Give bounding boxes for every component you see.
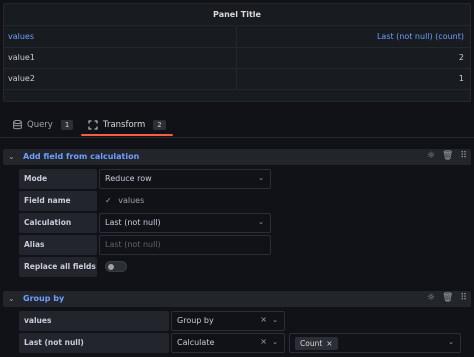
alias-label: Alias — [19, 235, 97, 255]
chevron-down-icon: ⌄ — [272, 316, 278, 324]
bug-icon[interactable]: ☼ — [427, 293, 435, 303]
mode-row: Mode Reduce row ⌄ — [19, 169, 279, 189]
calculate-row: Last (not null) Calculate × ⌄ Count × ⌄ — [19, 333, 471, 353]
replace-all-label: Replace all fields — [19, 257, 97, 277]
column-divider — [236, 48, 237, 68]
group-field-label: values — [19, 311, 169, 331]
calculation-label: Calculation — [19, 213, 97, 233]
transform-header[interactable]: ⌄ Add field from calculation ☼ 🗑 ⠿ — [3, 149, 471, 165]
tab-transform-label: Transform — [103, 120, 146, 130]
calculate-value: Calculate — [177, 338, 215, 347]
transform-actions: ☼ 🗑 ⠿ — [427, 151, 467, 161]
clear-icon[interactable]: × — [260, 315, 267, 324]
field-name-row: Field name ✓ values — [19, 191, 279, 211]
transform-add-field: ⌄ Add field from calculation ☼ 🗑 ⠿ Mode … — [3, 149, 471, 277]
chevron-down-icon[interactable]: ⌄ — [8, 152, 15, 161]
mode-select[interactable]: Reduce row ⌄ — [99, 169, 271, 189]
trash-icon[interactable]: 🗑 — [442, 293, 453, 303]
group-by-row: values Group by × ⌄ — [19, 311, 471, 331]
column-header-values[interactable]: values — [8, 32, 34, 41]
drag-handle-icon[interactable]: ⠿ — [460, 293, 467, 303]
tab-query-count: 1 — [60, 120, 74, 130]
calculations-multiselect[interactable]: Count × ⌄ — [289, 333, 461, 353]
group-by-select[interactable]: Group by × ⌄ — [171, 311, 285, 331]
replace-row: Replace all fields — [19, 257, 279, 277]
panel-preview: Panel Title values Last (not null) (coun… — [3, 3, 471, 102]
calculation-chip: Count × — [295, 337, 338, 350]
transform-icon — [88, 120, 98, 130]
transform-actions: ☼ 🗑 ⠿ — [427, 293, 467, 303]
table-row: value1 2 — [4, 48, 470, 69]
table-cell-name: value1 — [8, 53, 35, 62]
trash-icon[interactable]: 🗑 — [442, 151, 453, 161]
column-header-count[interactable]: Last (not null) (count) — [377, 32, 464, 41]
drag-handle-icon[interactable]: ⠿ — [460, 151, 467, 161]
calculation-value: Last (not null) — [105, 218, 161, 227]
table-cell-name: value2 — [8, 74, 35, 83]
column-divider — [236, 26, 237, 47]
toggle-knob — [108, 264, 114, 270]
table-header: values Last (not null) (count) — [4, 25, 470, 48]
editor-tabs: Query 1 Transform 2 — [0, 112, 474, 138]
chevron-down-icon: ⌄ — [258, 174, 264, 182]
tab-query[interactable]: Query 1 — [13, 112, 74, 138]
replace-all-toggle[interactable] — [105, 261, 127, 272]
transform-group-by: ⌄ Group by ☼ 🗑 ⠿ values Group by × ⌄ Las… — [3, 291, 471, 357]
transform-header[interactable]: ⌄ Group by ☼ 🗑 ⠿ — [3, 291, 471, 307]
tab-query-label: Query — [27, 120, 53, 130]
chip-label: Count — [300, 339, 323, 348]
calculation-row: Calculation Last (not null) ⌄ — [19, 213, 279, 233]
field-name-value: values — [118, 196, 145, 205]
transform-title: Group by — [23, 294, 65, 303]
mode-label: Mode — [19, 169, 97, 189]
alias-placeholder: Last (not null) — [105, 240, 161, 249]
calculate-select[interactable]: Calculate × ⌄ — [171, 333, 285, 353]
active-tab-indicator — [81, 134, 173, 136]
check-icon: ✓ — [105, 196, 112, 205]
field-name-picker[interactable]: ✓ values — [99, 191, 179, 211]
mode-value: Reduce row — [105, 174, 152, 183]
clear-icon[interactable]: × — [260, 337, 267, 346]
panel-title: Panel Title — [213, 10, 261, 19]
transform-title: Add field from calculation — [23, 152, 140, 161]
table-row: value2 1 — [4, 69, 470, 90]
chevron-down-icon: ⌄ — [272, 338, 278, 346]
database-icon — [13, 120, 22, 130]
alias-row: Alias Last (not null) — [19, 235, 279, 255]
chevron-down-icon: ⌄ — [448, 338, 454, 346]
chevron-down-icon: ⌄ — [258, 218, 264, 226]
group-by-value: Group by — [177, 316, 214, 325]
calculation-select[interactable]: Last (not null) ⌄ — [99, 213, 271, 233]
tab-transform-count: 2 — [153, 120, 166, 130]
remove-chip-icon[interactable]: × — [326, 339, 332, 348]
chevron-down-icon[interactable]: ⌄ — [8, 294, 15, 303]
bug-icon[interactable]: ☼ — [427, 151, 435, 161]
calculate-field-label: Last (not null) — [19, 333, 169, 353]
column-divider — [236, 69, 237, 89]
table-cell-count: 2 — [458, 53, 464, 62]
field-name-label: Field name — [19, 191, 97, 211]
table-cell-count: 1 — [458, 74, 464, 83]
alias-input[interactable]: Last (not null) — [99, 235, 271, 255]
